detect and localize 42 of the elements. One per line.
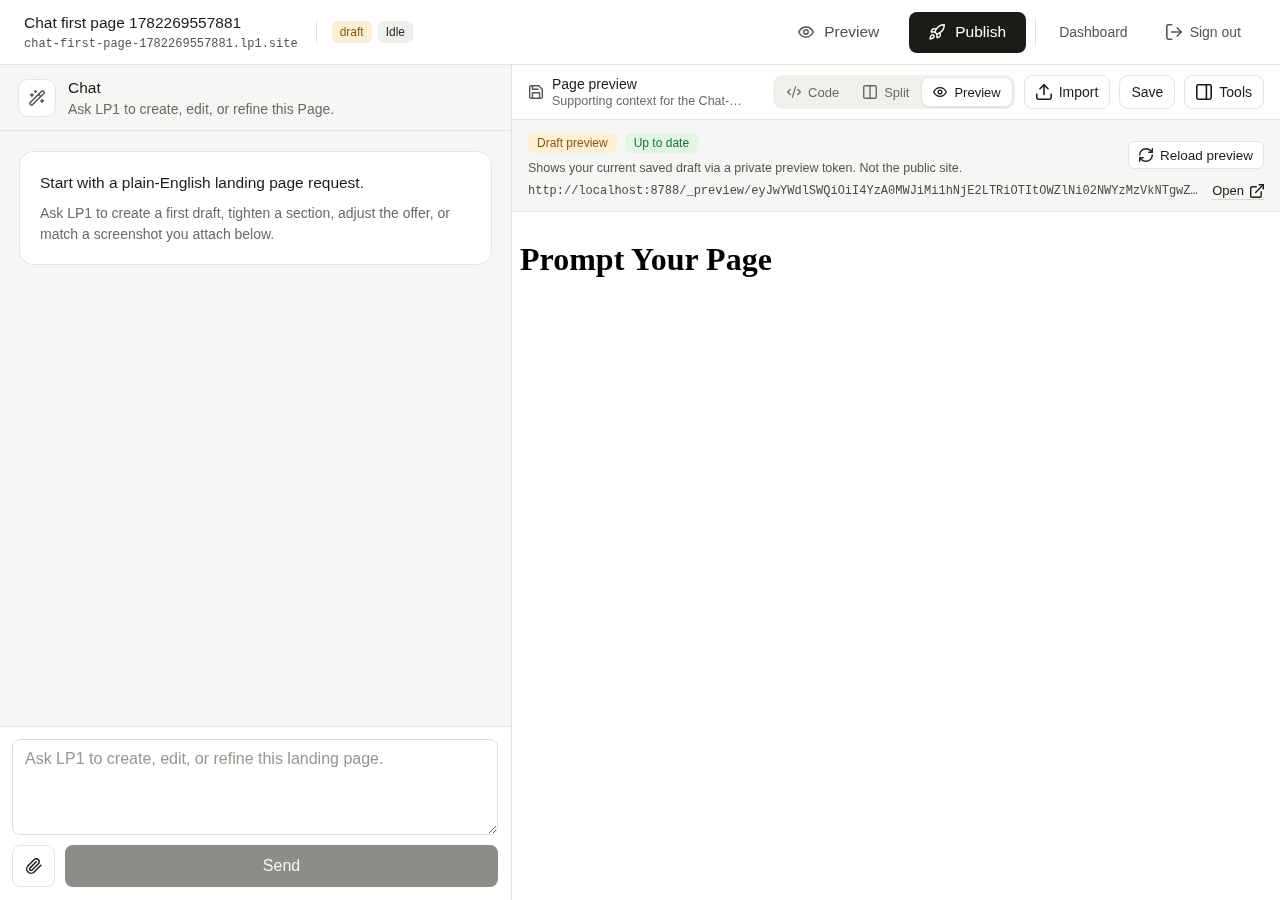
reload-preview-button[interactable]: Reload preview	[1127, 141, 1264, 169]
preview-button[interactable]: Preview	[780, 12, 898, 52]
code-icon	[787, 85, 802, 99]
tools-button[interactable]: Tools	[1184, 75, 1264, 109]
sign-out-link[interactable]: Sign out	[1153, 14, 1253, 50]
view-tab[interactable]: Preview	[921, 77, 1013, 107]
paperclip-icon	[25, 858, 42, 874]
open-link[interactable]: Open	[1212, 183, 1264, 200]
refresh-icon	[1138, 148, 1153, 162]
dashboard-link[interactable]: Dashboard	[1047, 14, 1140, 50]
status-badge: Idle	[377, 21, 414, 43]
eye-icon	[933, 85, 948, 99]
status-badge: draft	[331, 21, 372, 43]
save-button[interactable]: Save	[1119, 75, 1176, 109]
save-icon	[529, 85, 543, 99]
site-address: chat-first-page-1782269557881.lp1.site	[24, 35, 298, 52]
preview-subtitle: Supporting context for the Chat-…	[552, 92, 742, 109]
upload-icon	[1035, 84, 1052, 100]
page-heading: Prompt Your Page	[520, 241, 772, 278]
view-tab[interactable]: Code	[775, 77, 852, 107]
magic-wand-icon	[18, 78, 56, 117]
side-panel-icon	[1196, 84, 1213, 100]
status-badge: Draft preview	[528, 133, 617, 153]
preview-note: Shows your current saved draft via a private preview token. Not the public site.	[528, 160, 964, 177]
chat-subtitle: Ask LP1 to create, edit, or refine this Page.	[68, 99, 335, 118]
empty-state-text: Ask LP1 to create a first draft, tighten a section, adjust the offer, or match a screenshot you attach below.	[40, 204, 451, 244]
attach-button[interactable]	[12, 845, 55, 887]
chat-title: Chat	[68, 77, 102, 98]
external-link-icon	[1250, 184, 1264, 198]
eye-icon	[798, 24, 815, 40]
page-title: Chat first page 1782269557881	[24, 12, 243, 33]
sign-out-icon	[1165, 24, 1182, 40]
columns-icon	[863, 85, 878, 99]
message-input[interactable]: Ask LP1 to create, edit, or refine this landing page.	[12, 739, 498, 835]
rocket-icon	[929, 24, 946, 40]
publish-button[interactable]: Publish	[909, 11, 1027, 53]
preview-title: Page preview	[552, 75, 638, 93]
status-badge: Up to date	[624, 133, 699, 153]
import-button[interactable]: Import	[1023, 75, 1111, 109]
empty-state-title: Start with a plain-English landing page request.	[40, 173, 365, 193]
preview-url: http://localhost:8788/_preview/eyJwYWdlSWQiOiI4YzA0MWJiMi1hNjE2LTRiOTItOWZlNi02NWYzMzVkNTgwZ…	[528, 183, 1199, 200]
view-tab[interactable]: Split	[851, 77, 922, 107]
